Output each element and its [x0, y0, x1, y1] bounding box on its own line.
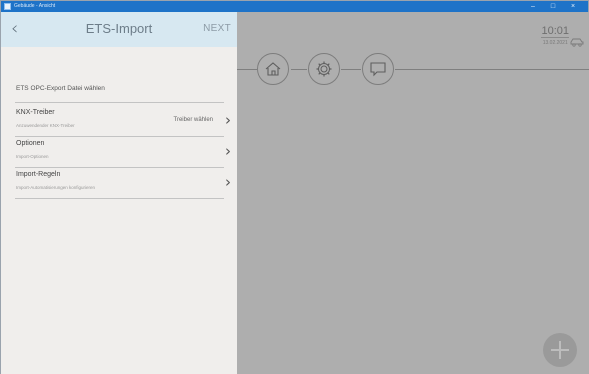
nav-connector	[237, 69, 257, 70]
divider	[15, 167, 224, 168]
maximize-button[interactable]: □	[544, 1, 562, 12]
ets-file-select[interactable]: ETS OPC-Export Datei wählen	[16, 85, 105, 92]
list-item-knx-driver[interactable]: KNX-Treiber Anzuwendender KNX-Treiber Tr…	[15, 107, 233, 139]
close-button[interactable]: ×	[564, 1, 582, 12]
chevron-right-icon: ›	[225, 173, 231, 191]
window-title: Gebäude - Ansicht	[14, 3, 56, 9]
settings-button[interactable]	[308, 53, 340, 85]
chevron-right-icon: ›	[225, 142, 231, 160]
app-window: Gebäude - Ansicht – □ × ‹ ETS-Import NEX…	[0, 0, 589, 374]
app-icon	[4, 3, 11, 10]
page-title: ETS-Import	[85, 21, 153, 36]
title-bar: Gebäude - Ansicht – □ ×	[1, 1, 588, 12]
clock: 10:01 13.02.2021	[541, 25, 569, 46]
date-display: 13.02.2021	[542, 40, 568, 46]
list-item-title: Optionen	[16, 140, 45, 147]
next-button[interactable]: NEXT	[203, 23, 231, 34]
divider	[15, 136, 224, 137]
car-icon	[570, 34, 584, 52]
time-display: 10:01	[541, 25, 569, 38]
panel-header: ‹ ETS-Import NEXT	[1, 12, 237, 47]
list-item-subtitle: Anzuwendender KNX-Treiber	[16, 123, 75, 128]
building-view: 10:01 13.02.2021	[237, 12, 589, 374]
list-item-title: KNX-Treiber	[16, 109, 55, 116]
chat-icon	[370, 62, 386, 77]
chevron-right-icon: ›	[225, 111, 231, 129]
nav-connector	[291, 69, 307, 70]
divider	[15, 198, 224, 199]
minimize-button[interactable]: –	[524, 1, 542, 12]
list-item-import-rules[interactable]: Import-Regeln Import-Automatisierungen k…	[15, 169, 233, 201]
list-item-title: Import-Regeln	[16, 171, 61, 178]
gear-icon	[316, 61, 332, 77]
add-button[interactable]	[543, 333, 577, 367]
driver-select-value[interactable]: Treiber wählen	[174, 117, 213, 123]
list-item-subtitle: Import-Automatisierungen konfigurieren	[16, 185, 96, 190]
left-panel: ‹ ETS-Import NEXT ETS OPC-Export Datei w…	[1, 12, 237, 374]
list-item-subtitle: Import-Optionen	[16, 154, 49, 159]
home-button[interactable]	[257, 53, 289, 85]
nav-connector	[341, 69, 361, 70]
nav-connector	[395, 69, 589, 70]
list-item-options[interactable]: Optionen Import-Optionen ›	[15, 138, 233, 170]
home-icon	[265, 62, 281, 76]
messages-button[interactable]	[362, 53, 394, 85]
divider	[15, 102, 224, 103]
